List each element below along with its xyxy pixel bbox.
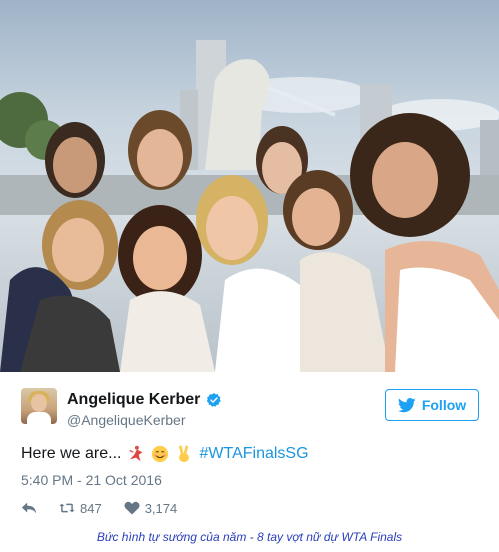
author-handle[interactable]: @AngeliqueKerber — [67, 412, 186, 428]
smiling-face-icon — [152, 445, 169, 463]
follow-button-label: Follow — [421, 397, 467, 413]
retweet-count: 847 — [80, 500, 102, 516]
tweet-card: Angelique Kerber @AngeliqueKerber Follow… — [0, 0, 499, 520]
twitter-bird-icon — [397, 397, 416, 412]
follow-button[interactable]: Follow — [385, 389, 479, 421]
avatar-body — [27, 412, 51, 424]
reply-button[interactable] — [21, 501, 37, 515]
verified-badge-icon — [207, 393, 222, 407]
tweet-hashtag[interactable]: #WTAFinalsSG — [199, 445, 308, 463]
like-button[interactable]: 3,174 — [124, 500, 178, 516]
author-display-name[interactable]: Angelique Kerber — [67, 391, 200, 409]
dancer-emoji-icon — [129, 445, 143, 462]
photo-illustration — [0, 40, 499, 372]
tweet-text: Here we are... #WTAFinalsSG — [21, 445, 309, 463]
image-caption: Bức hình tự sướng của năm - 8 tay vợt nữ… — [96, 530, 403, 544]
author-avatar[interactable] — [21, 388, 57, 424]
retweet-button[interactable]: 847 — [59, 501, 102, 516]
tweet-text-prefix: Here we are... — [21, 445, 122, 462]
avatar-face — [31, 394, 47, 412]
tweet-timestamp[interactable]: 5:40 PM - 21 Oct 2016 — [21, 472, 162, 488]
author-name-row: Angelique Kerber — [67, 390, 222, 410]
retweet-icon — [59, 503, 75, 513]
tweet-photo[interactable] — [0, 0, 499, 372]
tweet-actions: 847 3,174 — [21, 499, 199, 517]
like-count: 3,174 — [144, 500, 178, 516]
heart-icon — [124, 501, 140, 515]
victory-hand-icon — [179, 445, 190, 463]
reply-icon — [21, 502, 37, 514]
